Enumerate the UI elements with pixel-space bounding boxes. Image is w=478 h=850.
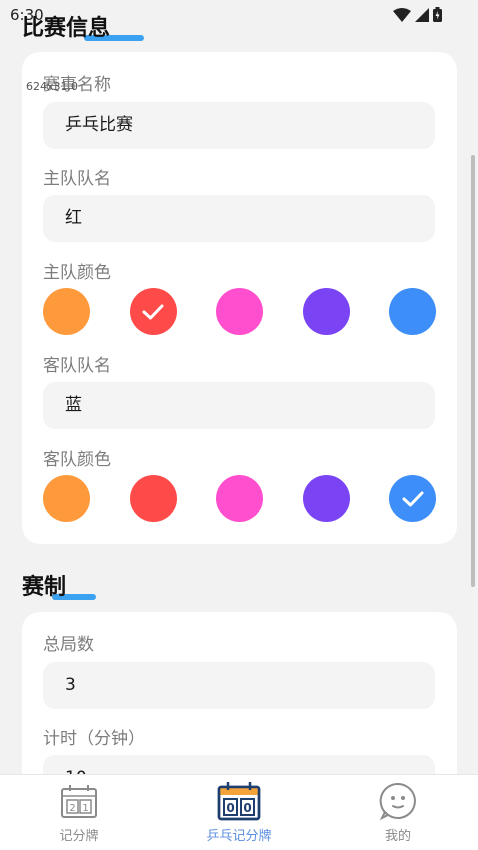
- nav-item-mine[interactable]: 我的: [338, 781, 458, 847]
- home-color-picker: [43, 288, 436, 335]
- home-color-swatch[interactable]: [129, 288, 177, 335]
- scoreboard-icon: 2 1: [61, 785, 97, 818]
- bottom-nav: 2 1 记分牌 0 0 乒乓记分牌 我的: [0, 774, 478, 850]
- scoreboard-icon-digit-left: 2: [69, 803, 75, 814]
- nav-item-pingpong-scoreboard[interactable]: 0 0 乒乓记分牌: [179, 781, 299, 847]
- away-team-name-input[interactable]: 蓝: [43, 382, 435, 429]
- home-team-name-input[interactable]: 红: [43, 195, 435, 242]
- away-color-label: 客队颜色: [43, 450, 111, 470]
- section-title-text: 赛制: [22, 575, 67, 600]
- profile-face-icon: [379, 782, 416, 821]
- section-title-text: 比赛信息: [22, 16, 111, 41]
- check-icon: [402, 491, 423, 506]
- home-color-swatch[interactable]: [389, 288, 436, 335]
- nav-label-mine: 我的: [384, 829, 411, 844]
- pingpong-scoreboard-icon: 0 0: [217, 782, 261, 821]
- total-games-label: 总局数: [43, 635, 94, 655]
- event-name-input[interactable]: 乒乓比赛: [43, 102, 435, 149]
- away-color-picker: [43, 475, 436, 522]
- away-color-swatch[interactable]: [129, 475, 177, 522]
- section-title-match-info: 比赛信息: [22, 10, 144, 42]
- battery-icon: [433, 7, 442, 22]
- home-color-label: 主队颜色: [43, 263, 111, 283]
- check-icon: [142, 304, 164, 319]
- timer-label: 计时（分钟）: [43, 729, 145, 749]
- screen: 6:30 比赛信息 赛事名称 乒乓比赛 主队队名 红 主队颜色 客队队名 蓝 客…: [0, 0, 478, 850]
- scrollbar-thumb[interactable]: [471, 155, 475, 587]
- home-color-swatch[interactable]: [43, 288, 90, 335]
- pingpong-icon-digit-left: 0: [226, 801, 234, 815]
- home-color-swatch[interactable]: [216, 288, 263, 335]
- total-games-input[interactable]: 3: [43, 662, 435, 709]
- away-color-swatch[interactable]: [389, 475, 436, 522]
- section-title-format: 赛制: [22, 569, 96, 601]
- match-info-card: 赛事名称 乒乓比赛 主队队名 红 主队颜色 客队队名 蓝 客队颜色: [22, 52, 457, 544]
- home-team-name-label: 主队队名: [43, 169, 111, 189]
- wifi-icon: [393, 7, 411, 22]
- away-color-swatch[interactable]: [43, 475, 90, 522]
- nav-item-scoreboard[interactable]: 2 1 记分牌: [19, 781, 139, 847]
- away-color-swatch[interactable]: [216, 475, 263, 522]
- scoreboard-icon-digit-right: 1: [82, 803, 88, 814]
- overlay-debug-text: 624x31.0: [26, 80, 78, 93]
- home-color-swatch[interactable]: [302, 288, 350, 335]
- nav-label-scoreboard: 记分牌: [59, 829, 99, 844]
- nav-label-pingpong-scoreboard: 乒乓记分牌: [206, 829, 272, 844]
- status-icons: [393, 7, 442, 22]
- away-color-swatch[interactable]: [302, 475, 350, 522]
- pingpong-icon-digit-right: 0: [243, 801, 251, 815]
- signal-icon: [415, 7, 429, 22]
- away-team-name-label: 客队队名: [43, 356, 111, 376]
